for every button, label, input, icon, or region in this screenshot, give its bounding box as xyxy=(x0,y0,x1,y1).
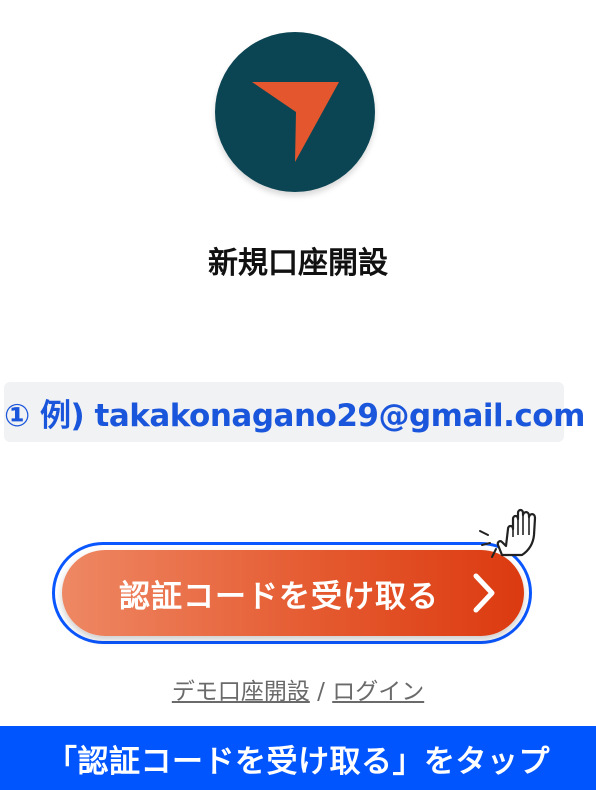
chevron-right-icon xyxy=(473,573,495,613)
email-example-row: ① 例) takakonagano29@gmail.com xyxy=(4,382,585,442)
hand-pointer-icon xyxy=(479,508,537,558)
page-title: 新規口座開設 xyxy=(208,246,388,281)
account-links: デモ口座開設 / ログイン xyxy=(0,672,596,706)
demo-account-link[interactable]: デモ口座開設 xyxy=(172,679,310,705)
email-example-text: ① 例) takakonagano29@gmail.com xyxy=(4,397,585,434)
app-logo xyxy=(215,32,375,192)
receive-code-button[interactable]: 認証コードを受け取る xyxy=(62,550,524,636)
instruction-text: 「認証コードを受け取る」をタップ xyxy=(46,743,550,780)
paper-plane-arrow-icon xyxy=(252,82,339,162)
receive-code-button-label: 認証コードを受け取る xyxy=(119,578,439,614)
links-separator: / xyxy=(317,679,325,705)
login-link[interactable]: ログイン xyxy=(332,679,424,705)
instruction-banner: 「認証コードを受け取る」をタップ xyxy=(0,726,596,790)
